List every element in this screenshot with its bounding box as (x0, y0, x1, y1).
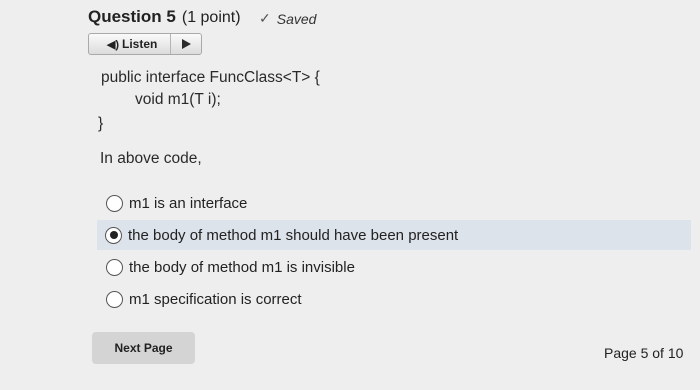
option-label: m1 is an interface (129, 194, 248, 212)
check-icon: ✓ (259, 10, 271, 26)
code-line-1: public interface FuncClass<T> { (101, 69, 320, 86)
option-3[interactable]: the body of method m1 is invisible (98, 252, 690, 282)
code-line-3: } (98, 115, 104, 132)
page-indicator: Page 5 of 10 (604, 345, 684, 361)
radio-button[interactable] (106, 194, 123, 212)
listen-label: Listen (122, 37, 158, 51)
question-prompt: In above code, (100, 150, 202, 167)
speaker-icon: ◀) (106, 38, 119, 51)
play-icon (182, 39, 191, 49)
play-button[interactable] (170, 34, 201, 54)
option-label: the body of method m1 should have been p… (128, 226, 459, 244)
option-label: m1 specification is correct (129, 290, 302, 308)
option-label: the body of method m1 is invisible (129, 258, 355, 276)
option-2[interactable]: the body of method m1 should have been p… (97, 220, 691, 250)
saved-status: ✓ Saved (259, 10, 316, 27)
radio-button[interactable] (106, 258, 123, 276)
quiz-page: Question 5 (1 point) ✓ Saved ◀) Listen p… (0, 0, 700, 390)
code-line-2: void m1(T i); (135, 91, 221, 108)
saved-label: Saved (276, 10, 317, 27)
radio-button-selected[interactable] (105, 226, 122, 244)
next-page-button[interactable]: Next Page (92, 332, 195, 364)
listen-button[interactable]: ◀) Listen (88, 33, 202, 55)
option-4[interactable]: m1 specification is correct (98, 284, 690, 314)
question-header: Question 5 (1 point) (88, 7, 241, 27)
radio-button[interactable] (106, 290, 123, 308)
question-points: (1 point) (181, 9, 241, 26)
code-block: public interface FuncClass<T> { void m1(… (98, 67, 320, 135)
option-1[interactable]: m1 is an interface (98, 188, 690, 218)
question-number: Question 5 (88, 7, 176, 26)
radio-dot (109, 231, 118, 239)
